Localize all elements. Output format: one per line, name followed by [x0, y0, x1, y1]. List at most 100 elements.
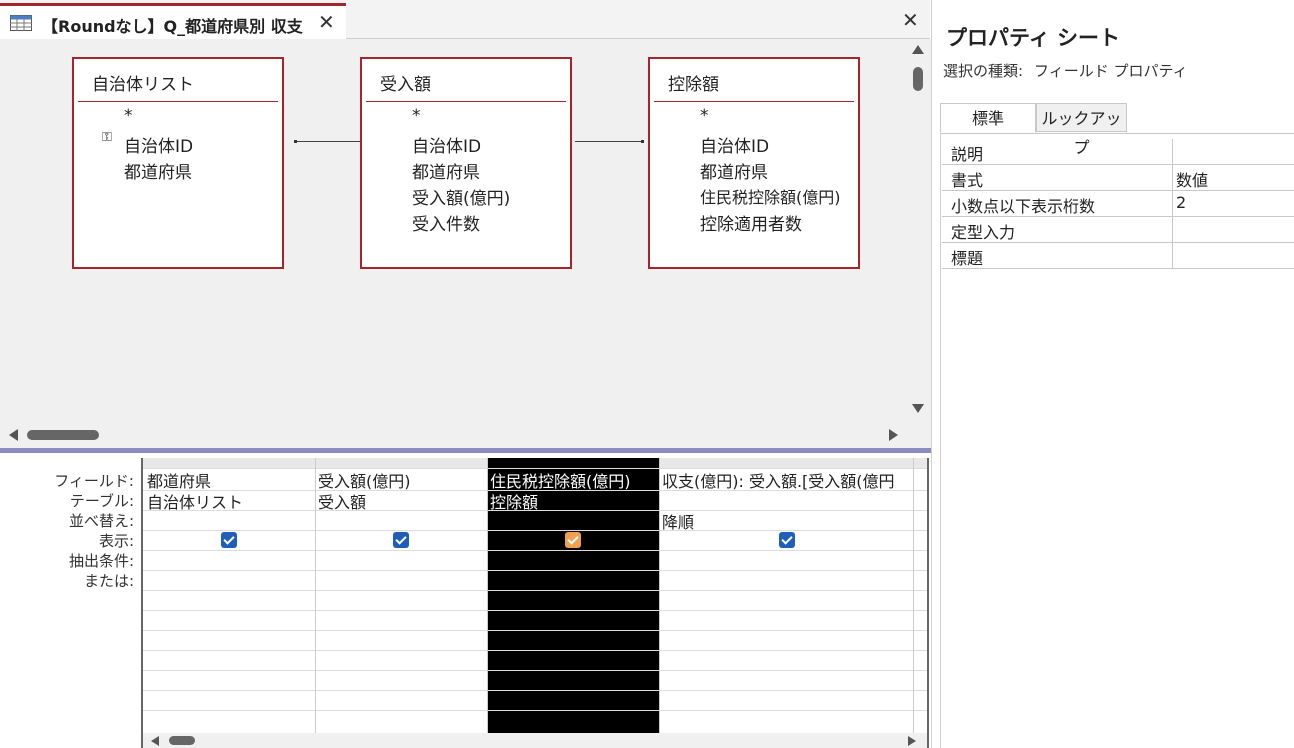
show-checkbox[interactable] — [221, 532, 237, 548]
column-divider[interactable] — [487, 458, 488, 733]
grid-line — [143, 710, 927, 711]
show-checkbox[interactable] — [565, 532, 581, 548]
property-separator — [1172, 139, 1173, 164]
column-divider[interactable] — [659, 458, 660, 733]
diagram-vertical-scrollbar[interactable] — [904, 39, 931, 421]
property-name: 定型入力 — [951, 223, 1016, 242]
relationship-line[interactable] — [294, 140, 360, 143]
grid-cell-table[interactable]: 受入額 — [318, 489, 484, 513]
table-field[interactable]: 受入件数 — [412, 210, 480, 235]
property-table: 説明 書式 数値 小数点以下表示桁数 2 定型入力 標題 — [942, 139, 1294, 269]
query-diagram-pane: 自治体リスト * ⚿ 自治体ID 都道府県 受入額 * 自治体ID 都道府県 受… — [0, 39, 904, 421]
grid-line — [143, 690, 927, 691]
grid-cell-table[interactable]: 自治体リスト — [147, 489, 313, 513]
tab-lookup[interactable]: ルックアップ — [1036, 103, 1127, 157]
property-value[interactable]: 数値 — [1176, 167, 1208, 191]
grid-line — [143, 610, 927, 611]
grid-line — [143, 630, 927, 631]
grid-line — [143, 570, 927, 571]
property-name: 説明 — [951, 145, 984, 164]
column-divider[interactable] — [913, 458, 914, 733]
row-label-table: テーブル: — [69, 492, 134, 510]
table-box-title: 自治体リスト — [92, 75, 194, 95]
tab-standard[interactable]: 標準 — [940, 103, 1036, 133]
property-value[interactable]: 2 — [1176, 193, 1186, 212]
tab-title: 【Roundなし】Q_都道府県別 収支 — [42, 17, 303, 36]
property-row[interactable]: 定型入力 — [942, 217, 1294, 243]
table-field[interactable]: 受入額(億円) — [412, 184, 510, 209]
row-label-show: 表示: — [98, 532, 134, 550]
grid-cell-table[interactable]: 控除額 — [490, 489, 656, 513]
table-field[interactable]: 控除適用者数 — [700, 210, 802, 235]
scroll-thumb[interactable] — [169, 736, 195, 745]
property-name: 小数点以下表示桁数 — [951, 197, 1096, 216]
table-field[interactable]: 都道府県 — [412, 158, 480, 183]
scroll-thumb[interactable] — [913, 67, 923, 91]
query-document-tab[interactable]: 【Roundなし】Q_都道府県別 収支 ✕ — [0, 3, 346, 39]
table-field[interactable]: 都道府県 — [124, 158, 192, 183]
property-row[interactable]: 標題 — [942, 243, 1294, 269]
property-separator — [1172, 243, 1173, 268]
grid-cell-sort[interactable]: 降順 — [662, 509, 912, 533]
column-divider[interactable] — [315, 458, 316, 733]
table-field[interactable]: * — [124, 106, 133, 126]
table-field[interactable]: 自治体ID — [700, 132, 769, 157]
property-row[interactable]: 書式 数値 — [942, 165, 1294, 191]
property-sheet-border — [940, 133, 941, 748]
scroll-left-arrow-icon[interactable] — [9, 429, 18, 441]
table-box-koujo[interactable]: 控除額 * 自治体ID 都道府県 住民税控除額(億円) 控除適用者数 — [648, 57, 860, 269]
property-sheet-pane: プロパティ シート 選択の種類: フィールド プロパティ 標準 ルックアップ 説… — [931, 0, 1294, 748]
grid-horizontal-scrollbar[interactable] — [143, 733, 927, 748]
scroll-down-arrow-icon[interactable] — [912, 404, 924, 413]
property-separator — [1172, 191, 1173, 216]
grid-line — [143, 670, 927, 671]
close-icon[interactable]: ✕ — [902, 8, 919, 32]
table-box-jichitai-list[interactable]: 自治体リスト * ⚿ 自治体ID 都道府県 — [72, 57, 284, 269]
table-field[interactable]: * — [700, 106, 709, 126]
show-checkbox[interactable] — [393, 532, 409, 548]
row-label-or: または: — [83, 572, 134, 590]
table-box-ukeire[interactable]: 受入額 * 自治体ID 都道府県 受入額(億円) 受入件数 — [360, 57, 572, 269]
selection-type-label: 選択の種類: — [943, 62, 1024, 80]
qbe-grid[interactable]: 都道府県 自治体リスト 受入額(億円) 受入額 住民税控除額(億円) 控除額 収… — [141, 458, 929, 748]
grid-line — [143, 550, 927, 551]
grid-line — [143, 650, 927, 651]
document-tab-bar: 【Roundなし】Q_都道府県別 収支 ✕ ✕ — [0, 0, 930, 39]
scroll-left-arrow-icon[interactable] — [151, 736, 159, 746]
query-design-grid-pane: フィールド: テーブル: 並べ替え: 表示: 抽出条件: または: 都道府県 自… — [0, 453, 931, 748]
scroll-right-arrow-icon[interactable] — [908, 736, 916, 746]
query-icon — [10, 15, 32, 31]
relationship-endpoint — [294, 140, 297, 143]
primary-key-icon: ⚿ — [102, 130, 112, 145]
selection-type-value: フィールド プロパティ — [1034, 62, 1188, 80]
table-box-title: 控除額 — [668, 75, 719, 95]
table-field[interactable]: 自治体ID — [124, 132, 193, 157]
column-selector-bar[interactable] — [659, 458, 927, 468]
diagram-horizontal-scrollbar[interactable] — [0, 421, 931, 448]
table-box-divider — [654, 101, 854, 102]
show-checkbox[interactable] — [779, 532, 795, 548]
table-field[interactable]: * — [412, 106, 421, 126]
property-separator — [1172, 165, 1173, 190]
scroll-thumb[interactable] — [27, 430, 99, 440]
relationship-endpoint — [641, 140, 644, 143]
scroll-up-arrow-icon[interactable] — [912, 45, 924, 54]
table-box-divider — [366, 101, 566, 102]
property-sheet-title: プロパティ シート — [946, 26, 1121, 50]
property-row[interactable]: 小数点以下表示桁数 2 — [942, 191, 1294, 217]
tab-close-icon[interactable]: ✕ — [318, 10, 335, 34]
relationship-line[interactable] — [575, 140, 644, 143]
scroll-right-arrow-icon[interactable] — [889, 429, 898, 441]
table-box-divider — [78, 101, 278, 102]
table-field[interactable]: 住民税控除額(億円) — [700, 184, 841, 208]
row-label-criteria: 抽出条件: — [68, 552, 134, 570]
table-field[interactable]: 都道府県 — [700, 158, 768, 183]
table-field[interactable]: 自治体ID — [412, 132, 481, 157]
grid-cell-field[interactable]: 収支(億円): 受入額.[受入額(億円 — [662, 468, 914, 492]
grid-line — [143, 590, 927, 591]
property-row[interactable]: 説明 — [942, 139, 1294, 165]
table-box-title: 受入額 — [380, 75, 431, 95]
property-name: 標題 — [951, 249, 984, 268]
property-tabs: 標準 ルックアップ — [940, 103, 1294, 157]
row-label-field: フィールド: — [54, 472, 134, 490]
